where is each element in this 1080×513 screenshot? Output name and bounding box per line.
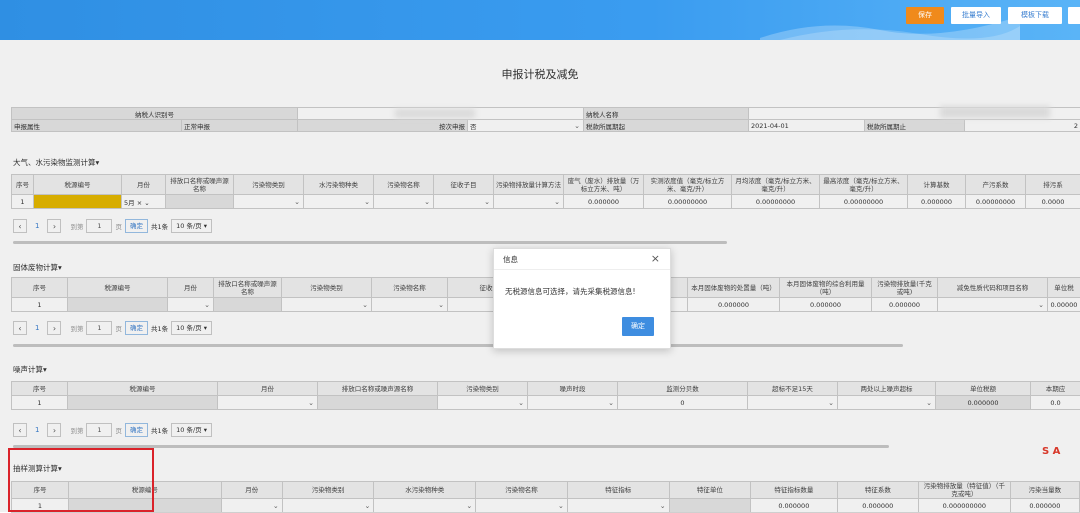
info-dialog: 信息 × 无税源信息可选择，请先采集税源信息! 确定 (493, 248, 671, 349)
dialog-confirm-button[interactable]: 确定 (622, 317, 654, 336)
template-download-button[interactable]: 模板下载 (1008, 7, 1062, 24)
dialog-title: 信息 (494, 249, 670, 270)
close-icon[interactable]: × (651, 252, 660, 265)
top-header-bar: 保存 批量导入 模板下载 (0, 0, 1080, 40)
save-button[interactable]: 保存 (906, 7, 944, 24)
batch-import-button[interactable]: 批量导入 (951, 7, 1001, 24)
dialog-message: 无税源信息可选择，请先采集税源信息! (505, 286, 636, 297)
more-button[interactable] (1068, 7, 1080, 24)
